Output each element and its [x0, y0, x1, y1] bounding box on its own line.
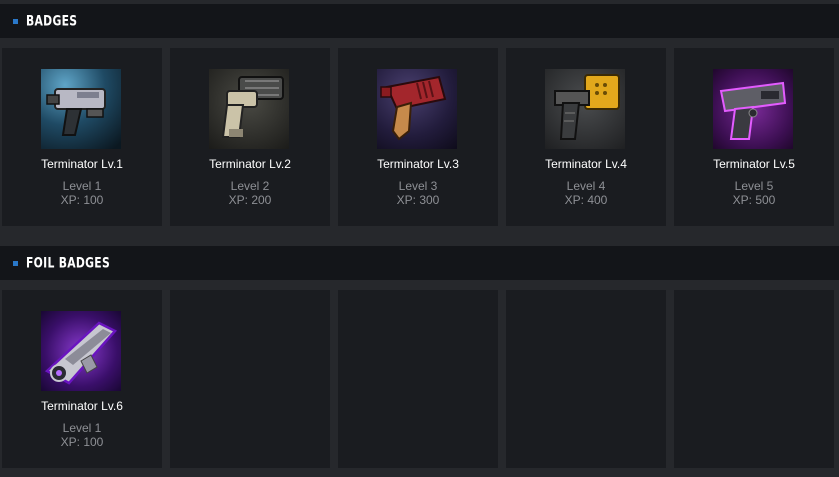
badge-level: Level 1	[62, 421, 102, 435]
badge-level: Level 5	[734, 179, 774, 193]
badge-xp: XP: 200	[228, 193, 272, 207]
badge-level: Level 1	[62, 179, 102, 193]
section-title: FOIL BADGES	[26, 254, 111, 272]
empty-badge-slot	[338, 290, 498, 468]
badge-level: Level 3	[398, 179, 438, 193]
badge-name: Terminator Lv.2	[209, 157, 291, 171]
badge-name: Terminator Lv.1	[41, 157, 123, 171]
badge-xp: XP: 300	[396, 193, 440, 207]
empty-badge-slot	[170, 290, 330, 468]
badge-xp: XP: 500	[732, 193, 776, 207]
badge-name: Terminator Lv.6	[41, 399, 123, 413]
section-title: BADGES	[26, 12, 78, 30]
badge-level: Level 4	[566, 179, 606, 193]
badge-card[interactable]: Terminator Lv.2 Level 2 XP: 200	[170, 48, 330, 226]
badge-xp: XP: 100	[60, 193, 104, 207]
badges-row: Terminator Lv.1 Level 1 XP: 100 Terminat…	[2, 48, 839, 226]
section-marker	[13, 18, 18, 24]
badges-section-header: BADGES	[0, 4, 839, 38]
badge-xp: XP: 100	[60, 435, 104, 449]
badge-card[interactable]: Terminator Lv.3 Level 3 XP: 300	[338, 48, 498, 226]
blaster-foil-icon	[41, 311, 121, 391]
empty-badge-slot	[506, 290, 666, 468]
foil-badges-section-header: FOIL BADGES	[0, 246, 839, 280]
blaster-lv3-icon	[377, 69, 457, 149]
blaster-lv1-icon	[41, 69, 121, 149]
empty-badge-slot	[674, 290, 834, 468]
badge-card[interactable]: Terminator Lv.4 Level 4 XP: 400	[506, 48, 666, 226]
blaster-lv2-icon	[209, 69, 289, 149]
badge-card[interactable]: Terminator Lv.1 Level 1 XP: 100	[2, 48, 162, 226]
foil-badge-card[interactable]: Terminator Lv.6 Level 1 XP: 100	[2, 290, 162, 468]
badge-level: Level 2	[230, 179, 270, 193]
badge-xp: XP: 400	[564, 193, 608, 207]
blaster-lv5-icon	[713, 69, 793, 149]
section-marker	[13, 260, 18, 266]
foil-badges-row: Terminator Lv.6 Level 1 XP: 100	[2, 290, 839, 468]
badge-name: Terminator Lv.5	[713, 157, 795, 171]
badge-name: Terminator Lv.3	[377, 157, 459, 171]
badge-card[interactable]: Terminator Lv.5 Level 5 XP: 500	[674, 48, 834, 226]
badge-name: Terminator Lv.4	[545, 157, 627, 171]
blaster-lv4-icon	[545, 69, 625, 149]
